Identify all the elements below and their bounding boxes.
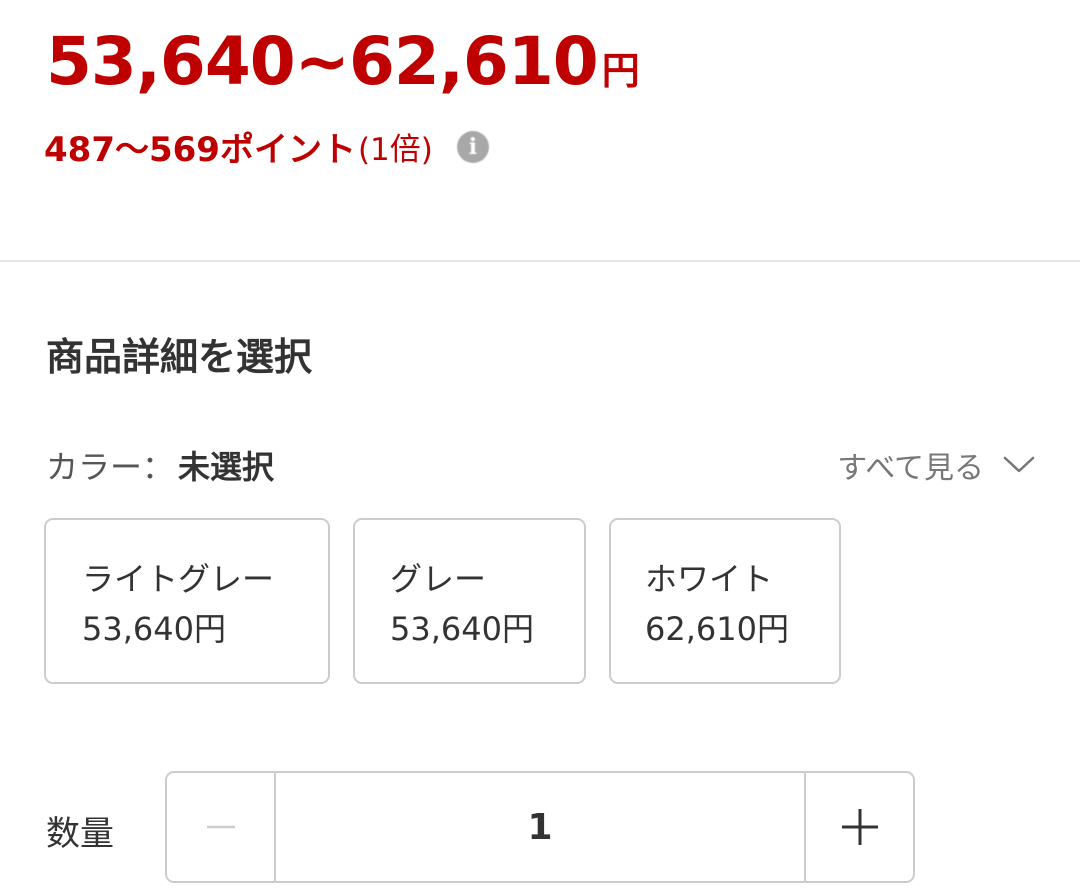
minus-icon xyxy=(206,825,235,829)
color-label-group: カラー： 未選択 xyxy=(46,442,274,488)
price-currency-unit: 円 xyxy=(601,49,640,93)
option-price: 53,640円 xyxy=(82,610,226,648)
option-name: ライトグレー xyxy=(82,560,275,598)
color-selected-value: 未選択 xyxy=(178,448,275,486)
points-row: 487〜569ポイント (1倍) i xyxy=(44,122,489,171)
section-title: 商品詳細を選択 xyxy=(46,335,313,379)
color-option-gray[interactable]: グレー 53,640円 xyxy=(353,518,586,684)
color-label: カラー： xyxy=(46,448,175,486)
see-all-button[interactable]: すべて見る xyxy=(837,443,1036,487)
option-price: 62,610円 xyxy=(645,610,789,648)
points-multiplier: (1倍) xyxy=(357,132,433,168)
option-name: グレー xyxy=(390,560,487,598)
points-range: 487〜569ポイント xyxy=(44,130,356,170)
price-section: 53,640~62,610 円 487〜569ポイント (1倍) i xyxy=(0,0,1080,262)
decrease-quantity-button[interactable] xyxy=(167,773,276,881)
quantity-label: 数量 xyxy=(46,814,114,854)
option-price: 53,640円 xyxy=(390,610,534,648)
price-display: 53,640~62,610 円 xyxy=(46,22,640,101)
color-options: ライトグレー 53,640円 グレー 53,640円 ホワイト 62,610円 xyxy=(44,518,841,684)
info-icon[interactable]: i xyxy=(456,130,489,163)
plus-icon xyxy=(841,809,878,845)
quantity-stepper: 1 xyxy=(165,771,915,883)
color-selector-header: カラー： 未選択 すべて見る xyxy=(46,440,1036,490)
color-option-white[interactable]: ホワイト 62,610円 xyxy=(609,518,841,684)
quantity-input[interactable]: 1 xyxy=(276,773,804,881)
option-name: ホワイト xyxy=(645,560,774,598)
color-option-light-gray[interactable]: ライトグレー 53,640円 xyxy=(44,518,330,684)
see-all-label: すべて見る xyxy=(837,451,984,486)
price-range: 53,640~62,610 xyxy=(46,23,599,100)
chevron-down-icon xyxy=(1002,455,1036,475)
increase-quantity-button[interactable] xyxy=(804,773,913,881)
